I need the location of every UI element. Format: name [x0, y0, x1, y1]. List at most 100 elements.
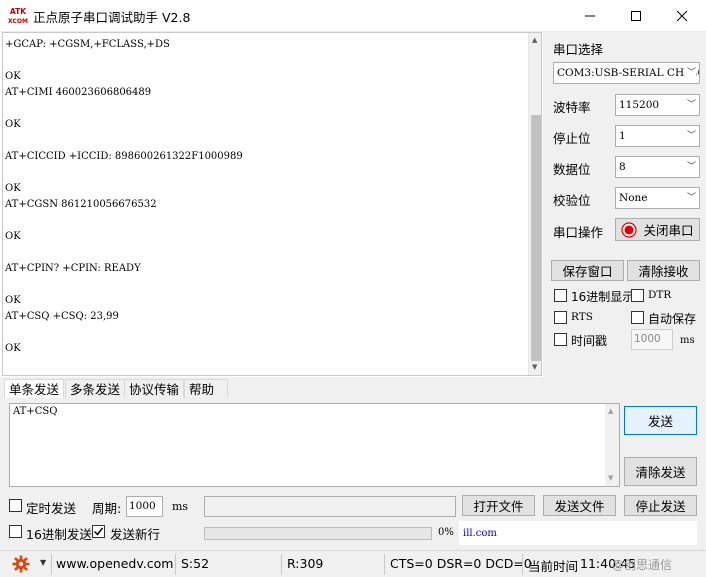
stopbits-combo[interactable]: 1 ﹀ — [615, 125, 700, 147]
auto-save-checkbox[interactable] — [631, 311, 644, 324]
minimize-icon — [585, 15, 595, 16]
timed-send-checkbox[interactable] — [9, 499, 22, 512]
rts-label: RTS — [571, 311, 593, 323]
status-divider — [281, 554, 282, 575]
stop-send-label: 停止发送 — [635, 499, 686, 514]
scroll-up-icon[interactable]: ▲ — [608, 407, 613, 415]
app-logo: ATK XCOM — [8, 6, 28, 26]
port-select-value: COM3:USB-SERIAL CH340 — [557, 67, 700, 79]
baud-value: 115200 — [619, 99, 660, 111]
send-text: AT+CSQ — [13, 406, 58, 417]
tab-multi-send[interactable]: 多条发送 — [65, 379, 126, 399]
hex-send-checkbox[interactable] — [9, 525, 22, 538]
scroll-up-icon[interactable]: ▲ — [532, 36, 537, 44]
baud-label: 波特率 — [553, 100, 591, 115]
baud-combo[interactable]: 115200 ﹀ — [615, 94, 700, 116]
settings-gear-button[interactable] — [12, 555, 30, 576]
period-input[interactable]: 1000 — [126, 496, 163, 517]
clear-send-button[interactable]: 清除发送 — [624, 457, 697, 486]
parity-value: None — [619, 192, 648, 204]
status-received-count: R:309 — [287, 556, 324, 571]
close-icon — [676, 10, 688, 21]
status-divider — [384, 554, 385, 575]
receive-text: +GCAP: +CGSM,+FCLASS,+DS OK AT+CIMI 4600… — [5, 39, 243, 354]
tab-single-send[interactable]: 单条发送 — [4, 379, 65, 400]
timestamp-checkbox[interactable] — [554, 333, 567, 346]
send-input[interactable]: AT+CSQ ▲ ▼ — [9, 403, 620, 487]
receive-scroll-thumb[interactable] — [531, 115, 541, 361]
send-newline-checkbox[interactable] — [92, 525, 105, 538]
close-port-label: 关闭串口 — [643, 223, 694, 238]
send-button[interactable]: 发送 — [624, 406, 697, 435]
hex-display-checkbox[interactable] — [554, 289, 567, 302]
timestamp-interval-input[interactable]: 1000 — [631, 329, 673, 350]
databits-combo[interactable]: 8 ﹀ — [615, 156, 700, 178]
databits-value: 8 — [619, 161, 626, 173]
period-label: 周期: — [92, 501, 122, 516]
send-scrollbar[interactable]: ▲ ▼ — [605, 404, 619, 486]
clear-send-label: 清除发送 — [635, 465, 686, 480]
close-window-button[interactable] — [659, 0, 705, 31]
window-title: 正点原子串口调试助手 V2.8 — [33, 10, 191, 25]
port-select-label: 串口选择 — [553, 42, 604, 57]
link-panel: ill.com — [459, 521, 697, 545]
minimize-button[interactable] — [567, 0, 613, 31]
timed-send-label: 定时发送 — [26, 501, 77, 516]
svg-text:ATK: ATK — [10, 7, 27, 16]
close-port-button[interactable]: 关闭串口 — [615, 218, 700, 241]
period-unit: ms — [172, 500, 189, 513]
parity-label: 校验位 — [553, 193, 591, 208]
gear-menu-dropdown-icon[interactable]: ▼ — [40, 558, 46, 567]
dtr-checkbox[interactable] — [631, 289, 644, 302]
svg-text:XCOM: XCOM — [8, 18, 28, 25]
auto-save-label: 自动保存 — [648, 312, 697, 326]
send-label: 发送 — [647, 414, 673, 429]
open-file-label: 打开文件 — [473, 499, 524, 514]
scroll-down-icon[interactable]: ▼ — [608, 474, 613, 482]
chevron-down-icon: ﹀ — [684, 63, 696, 83]
maximize-button[interactable] — [613, 0, 659, 31]
status-website[interactable]: www.openedv.com — [56, 556, 173, 571]
databits-label: 数据位 — [553, 162, 591, 177]
send-newline-label: 发送新行 — [110, 527, 161, 542]
port-select-combo[interactable]: COM3:USB-SERIAL CH340 ﹀ — [553, 62, 700, 84]
parity-combo[interactable]: None ﹀ — [615, 187, 700, 209]
stopbits-label: 停止位 — [553, 131, 591, 146]
send-file-label: 发送文件 — [554, 499, 605, 514]
save-window-button[interactable]: 保存窗口 — [551, 260, 624, 281]
port-status-indicator-icon — [621, 221, 638, 238]
timestamp-unit: ms — [680, 335, 695, 346]
clear-receive-button[interactable]: 清除接收 — [627, 260, 700, 281]
port-op-label: 串口操作 — [553, 225, 604, 240]
tab-help[interactable]: 帮助 — [184, 379, 228, 399]
send-progress-bar — [204, 527, 432, 540]
receive-area[interactable]: +GCAP: +CGSM,+FCLASS,+DS OK AT+CIMI 4600… — [2, 32, 542, 376]
send-progress-text: 0% — [438, 527, 454, 538]
gear-icon — [12, 555, 30, 573]
rts-checkbox[interactable] — [554, 311, 567, 324]
hex-display-label: 16进制显示 — [571, 290, 635, 304]
website-link[interactable]: ill.com — [463, 528, 497, 539]
clear-receive-label: 清除接收 — [638, 264, 689, 279]
status-divider — [51, 554, 52, 575]
open-file-button[interactable]: 打开文件 — [462, 495, 535, 516]
receive-scrollbar[interactable]: ▲ ▼ — [528, 33, 541, 375]
scroll-down-icon[interactable]: ▼ — [532, 363, 537, 371]
watermark-text: @创思通信 — [612, 558, 673, 572]
save-window-label: 保存窗口 — [562, 264, 613, 279]
chevron-down-icon: ﹀ — [686, 193, 696, 203]
tab-protocol[interactable]: 协议传输 — [124, 379, 185, 399]
status-sent-count: S:52 — [181, 556, 210, 571]
status-lines: CTS=0 DSR=0 DCD=0 — [390, 556, 532, 571]
maximize-icon — [631, 10, 641, 21]
title-bar[interactable]: ATK XCOM 正点原子串口调试助手 V2.8 — [0, 0, 706, 32]
status-divider — [522, 554, 523, 575]
dtr-label: DTR — [648, 289, 672, 301]
status-divider — [175, 554, 176, 575]
checkmark-icon — [93, 527, 104, 536]
send-file-button[interactable]: 发送文件 — [543, 495, 616, 516]
file-path-field[interactable] — [204, 496, 456, 517]
timestamp-label: 时间戳 — [571, 334, 608, 348]
chevron-down-icon: ﹀ — [686, 131, 696, 141]
stop-send-button[interactable]: 停止发送 — [624, 495, 697, 516]
